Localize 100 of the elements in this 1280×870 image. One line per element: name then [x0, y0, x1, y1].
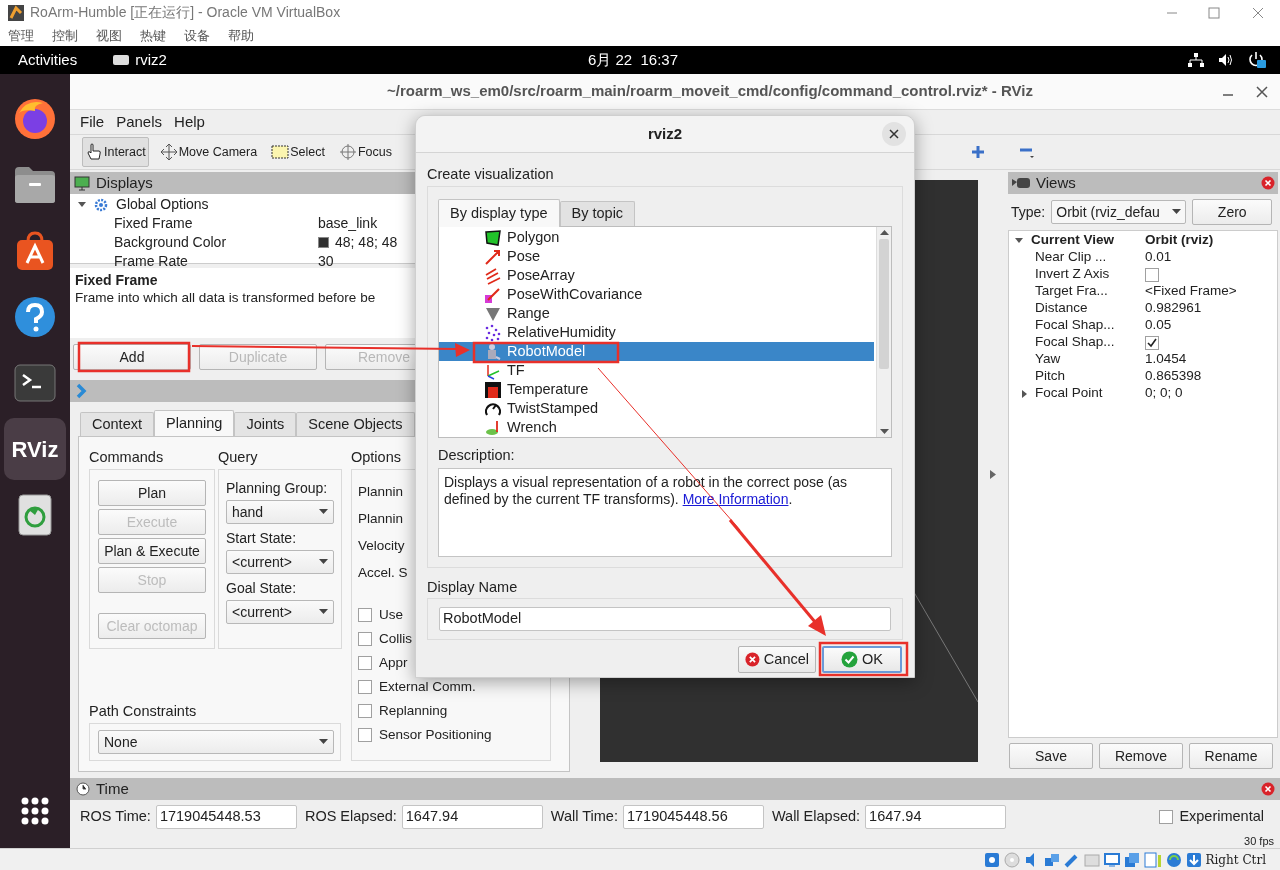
panel-button[interactable]: Save: [1009, 743, 1093, 769]
property-name: Background Color: [113, 233, 228, 252]
help-icon[interactable]: [13, 295, 57, 339]
list-item[interactable]: RobotModel: [439, 342, 874, 361]
dropdown[interactable]: None: [98, 730, 334, 754]
menu-item[interactable]: Panels: [116, 110, 163, 134]
tab[interactable]: Joints: [234, 412, 297, 436]
clock[interactable]: 6月 22 16:37: [587, 48, 679, 72]
close-icon[interactable]: [1256, 85, 1268, 98]
folder-icon[interactable]: [13, 165, 57, 205]
tool-button[interactable]: Move Camera: [156, 137, 261, 167]
dropdown[interactable]: hand: [226, 500, 334, 524]
expand-arrow-icon[interactable]: [990, 469, 996, 479]
input-field[interactable]: RobotModel: [439, 607, 891, 631]
tab[interactable]: By topic: [559, 201, 636, 226]
dropdown[interactable]: <current>: [226, 600, 334, 624]
close-icon[interactable]: [1252, 6, 1264, 19]
tool-button[interactable]: Focus: [335, 137, 395, 167]
collapse-caret-icon[interactable]: [1021, 389, 1029, 398]
network-adapter-icon[interactable]: [1043, 851, 1060, 868]
cancel-button[interactable]: Cancel: [738, 646, 816, 673]
list-item[interactable]: Range: [439, 304, 874, 323]
volume-icon[interactable]: [1218, 53, 1234, 67]
arrow-square-icon: [484, 285, 502, 304]
list-item[interactable]: Pose: [439, 247, 874, 266]
checkbox[interactable]: [358, 728, 372, 742]
close-icon[interactable]: [1261, 176, 1275, 190]
tree-item[interactable]: Current View: [1031, 230, 1115, 251]
tool-button[interactable]: Select: [268, 137, 328, 167]
checkbox[interactable]: [358, 656, 372, 670]
list-item[interactable]: RelativeHumidity: [439, 323, 874, 342]
property-name: Focal Shap...: [1035, 316, 1115, 335]
display-icon[interactable]: [1103, 851, 1120, 868]
panel-button[interactable]: Rename: [1189, 743, 1273, 769]
ok-button[interactable]: OK: [822, 646, 902, 673]
sync-icon[interactable]: [1165, 851, 1182, 868]
windows-icon[interactable]: [1123, 851, 1140, 868]
close-button[interactable]: [882, 122, 906, 146]
scrollbar-thumb[interactable]: [879, 239, 889, 369]
download-icon[interactable]: [1185, 851, 1202, 868]
zero-button[interactable]: Zero: [1192, 199, 1273, 225]
tab[interactable]: Planning: [154, 410, 235, 437]
recycle-bin-icon[interactable]: [15, 493, 55, 537]
tab[interactable]: Context: [80, 412, 154, 436]
input-field[interactable]: 1647.94: [865, 805, 1007, 829]
checkbox[interactable]: [358, 704, 372, 718]
menu-item[interactable]: 管理: [8, 25, 34, 46]
command-button[interactable]: Plan & Execute: [98, 538, 206, 564]
plus-icon[interactable]: [971, 145, 985, 159]
input-field[interactable]: 1719045448.53: [155, 805, 297, 829]
terminal-icon[interactable]: [13, 363, 57, 403]
menu-item[interactable]: File: [80, 110, 105, 134]
dropdown[interactable]: <current>: [226, 550, 334, 574]
dropdown-arrow-icon[interactable]: [319, 559, 328, 565]
input-field[interactable]: 1719045448.56: [622, 805, 764, 829]
expand-caret-icon[interactable]: [1015, 236, 1023, 245]
app-menu[interactable]: rviz2: [135, 48, 167, 72]
command-button[interactable]: Plan: [98, 480, 206, 506]
checkbox[interactable]: [358, 632, 372, 646]
checkbox[interactable]: [1145, 267, 1159, 282]
list-item[interactable]: PoseArray: [439, 266, 874, 285]
list-item[interactable]: Temperature: [439, 380, 874, 399]
dropdown-arrow-icon[interactable]: [1172, 209, 1182, 215]
list-item[interactable]: Wrench: [439, 418, 874, 437]
dropdown-arrow-icon[interactable]: [319, 509, 328, 515]
dropdown-arrow-icon[interactable]: [319, 739, 328, 745]
network-icon[interactable]: [1188, 53, 1204, 67]
list-item[interactable]: PoseWithCovariance: [439, 285, 874, 304]
tool-button[interactable]: Interact: [82, 137, 149, 167]
rviz-dock-icon[interactable]: RViz: [4, 418, 66, 480]
tab[interactable]: Scene Objects: [296, 412, 415, 436]
checkbox[interactable]: [1145, 335, 1159, 350]
dropdown[interactable]: Orbit (rviz_defau: [1051, 200, 1187, 224]
close-icon[interactable]: [1261, 782, 1275, 796]
app-grid-icon[interactable]: [20, 796, 50, 826]
menu-item[interactable]: 设备: [184, 25, 210, 46]
menu-item[interactable]: 视图: [96, 25, 122, 46]
menu-item[interactable]: 热键: [140, 25, 166, 46]
menu-item[interactable]: 帮助: [228, 25, 254, 46]
property-value: 0.982961: [1145, 299, 1202, 318]
checkbox[interactable]: [358, 608, 372, 622]
dropdown-arrow-icon[interactable]: [319, 609, 328, 615]
menu-item[interactable]: Help: [174, 110, 205, 134]
tree-item[interactable]: Global Options: [116, 194, 209, 215]
expand-caret-icon[interactable]: [78, 200, 86, 209]
crosshair-icon: [338, 143, 357, 161]
panel-button[interactable]: Add: [73, 344, 191, 370]
tab[interactable]: By display type: [438, 199, 560, 227]
list-item[interactable]: Polygon: [439, 228, 874, 247]
cancel-circle-icon: [745, 651, 760, 668]
checkbox[interactable]: [1159, 810, 1174, 824]
checkbox[interactable]: [358, 680, 372, 694]
list-item[interactable]: TwistStamped: [439, 399, 874, 418]
activities-button[interactable]: Activities: [18, 48, 78, 72]
browser-icon[interactable]: [13, 97, 57, 141]
panel-button[interactable]: Remove: [1099, 743, 1183, 769]
input-field[interactable]: 1647.94: [401, 805, 543, 829]
menu-item[interactable]: 控制: [52, 25, 78, 46]
property-name: Focal Shap...: [1035, 333, 1115, 352]
power-icon[interactable]: [1248, 51, 1266, 69]
